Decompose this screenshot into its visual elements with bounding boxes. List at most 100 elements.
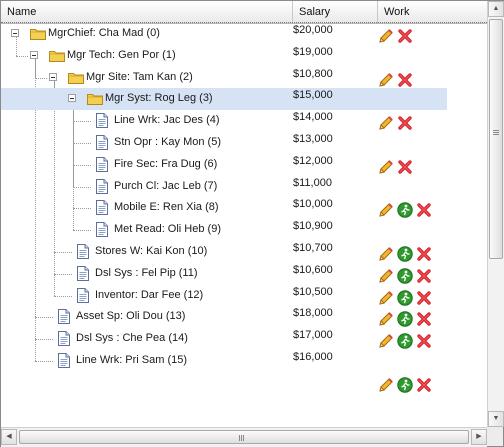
node-label[interactable]: Mgr Tech: Gen Por (1) (67, 49, 176, 61)
salary-value: $10,600 (293, 264, 333, 276)
table-row[interactable]: Dsl Sys : Fel Pip (11) $10,600 (1, 263, 487, 285)
document-icon (96, 179, 108, 194)
pencil-icon[interactable] (378, 311, 394, 327)
node-label[interactable]: Met Read: Oli Heb (9) (114, 223, 221, 235)
document-icon (58, 353, 70, 368)
salary-value: $10,000 (293, 198, 333, 210)
folder-icon (30, 27, 46, 40)
collapse-toggle-icon[interactable] (11, 29, 19, 37)
delete-icon[interactable] (416, 333, 432, 349)
scroll-down-button[interactable]: ▼ (488, 411, 504, 427)
table-row[interactable]: Inventor: Dar Fee (12) $10,500 (1, 285, 487, 307)
pencil-icon[interactable] (378, 72, 394, 88)
pencil-icon[interactable] (378, 377, 394, 393)
scroll-right-button[interactable]: ▶ (471, 429, 487, 445)
column-header-salary[interactable]: Salary (293, 1, 378, 23)
table-row[interactable]: Mgr Site: Tam Kan (2) $10,800 (1, 67, 487, 89)
pencil-icon[interactable] (378, 202, 394, 218)
node-label[interactable]: Dsl Sys : Fel Pip (11) (95, 267, 198, 279)
document-icon (77, 266, 89, 281)
node-label[interactable]: Dsl Sys : Che Pea (14) (76, 332, 188, 344)
node-label[interactable]: Line Wrk: Pri Sam (15) (76, 354, 187, 366)
pencil-icon[interactable] (378, 268, 394, 284)
node-label[interactable]: Fire Sec: Fra Dug (6) (114, 158, 217, 170)
node-label[interactable]: Purch Cl: Jac Leb (7) (114, 180, 217, 192)
delete-icon[interactable] (416, 377, 432, 393)
salary-value: $17,000 (293, 329, 333, 341)
scrollbar-corner (487, 427, 503, 446)
table-row[interactable]: Stn Opr : Kay Mon (5) $13,000 (1, 132, 487, 154)
delete-icon[interactable] (416, 311, 432, 327)
table-row[interactable]: Mgr Tech: Gen Por (1) $19,000 (1, 45, 487, 67)
table-row[interactable]: MgrChief: Cha Mad (0) $20,000 (1, 23, 487, 45)
run-icon[interactable] (397, 290, 413, 306)
table-row[interactable]: Mgr Syst: Rog Leg (3) $15,000 (1, 88, 447, 110)
pencil-icon[interactable] (378, 290, 394, 306)
table-row[interactable]: Line Wrk: Jac Des (4) $14,000 (1, 110, 487, 132)
table-row[interactable]: Mobile E: Ren Xia (8) $10,000 (1, 197, 487, 219)
table-row[interactable]: Dsl Sys : Che Pea (14) $17,000 (1, 328, 487, 350)
table-row[interactable]: Stores W: Kai Kon (10) $10,700 (1, 241, 487, 263)
collapse-toggle-icon[interactable] (30, 51, 38, 59)
node-label[interactable]: Stn Opr : Kay Mon (5) (114, 136, 221, 148)
document-icon (77, 244, 89, 259)
table-row[interactable]: Met Read: Oli Heb (9) $10,900 (1, 219, 487, 241)
run-icon[interactable] (397, 268, 413, 284)
run-icon[interactable] (397, 311, 413, 327)
table-row[interactable] (1, 372, 487, 394)
table-row[interactable]: Line Wrk: Pri Sam (15) $16,000 (1, 350, 487, 372)
pencil-icon[interactable] (378, 246, 394, 262)
horizontal-scroll-thumb[interactable] (19, 430, 469, 444)
node-label[interactable]: Mobile E: Ren Xia (8) (114, 201, 219, 213)
document-icon (58, 309, 70, 324)
folder-icon (68, 71, 84, 84)
delete-icon[interactable] (397, 28, 413, 44)
delete-icon[interactable] (397, 159, 413, 175)
collapse-toggle-icon[interactable] (49, 73, 57, 81)
horizontal-scrollbar[interactable]: ◀ ▶ (1, 427, 487, 447)
salary-value: $16,000 (293, 351, 333, 363)
tree-grid: Name Salary Work MgrChief: Cha Mad (0) $2… (0, 0, 504, 447)
delete-icon[interactable] (416, 268, 432, 284)
delete-icon[interactable] (397, 115, 413, 131)
delete-icon[interactable] (416, 290, 432, 306)
table-row[interactable]: Purch Cl: Jac Leb (7) $11,000 (1, 176, 487, 198)
column-header-name[interactable]: Name (1, 1, 293, 23)
collapse-toggle-icon[interactable] (68, 94, 76, 102)
document-icon (96, 157, 108, 172)
delete-icon[interactable] (397, 72, 413, 88)
node-label[interactable]: Mgr Syst: Rog Leg (3) (105, 92, 213, 104)
document-icon (96, 135, 108, 150)
node-label[interactable]: Asset Sp: Oli Dou (13) (76, 310, 185, 322)
table-row[interactable]: Fire Sec: Fra Dug (6) $12,000 (1, 154, 487, 176)
node-label[interactable]: Stores W: Kai Kon (10) (95, 245, 207, 257)
salary-value: $18,000 (293, 307, 333, 319)
pencil-icon[interactable] (378, 28, 394, 44)
run-icon[interactable] (397, 333, 413, 349)
run-icon[interactable] (397, 202, 413, 218)
run-icon[interactable] (397, 246, 413, 262)
delete-icon[interactable] (416, 202, 432, 218)
column-header-work[interactable]: Work (378, 1, 487, 23)
pencil-icon[interactable] (378, 115, 394, 131)
table-row[interactable]: Asset Sp: Oli Dou (13) $18,000 (1, 306, 487, 328)
delete-icon[interactable] (416, 246, 432, 262)
salary-value: $11,000 (293, 177, 332, 189)
vertical-scrollbar[interactable]: ▲ ▼ (487, 1, 504, 427)
node-label[interactable]: Inventor: Dar Fee (12) (95, 289, 203, 301)
pencil-icon[interactable] (378, 159, 394, 175)
salary-value: $10,800 (293, 68, 333, 80)
salary-value: $15,000 (293, 89, 333, 101)
scroll-up-button[interactable]: ▲ (488, 1, 504, 17)
node-label[interactable]: Line Wrk: Jac Des (4) (114, 114, 220, 126)
salary-value: $14,000 (293, 111, 333, 123)
salary-value: $19,000 (293, 46, 333, 58)
scroll-left-button[interactable]: ◀ (1, 429, 17, 445)
document-icon (58, 331, 70, 346)
vertical-scroll-thumb[interactable] (489, 19, 503, 259)
pencil-icon[interactable] (378, 333, 394, 349)
node-label[interactable]: MgrChief: Cha Mad (0) (48, 27, 160, 39)
run-icon[interactable] (397, 377, 413, 393)
document-icon (96, 113, 108, 128)
node-label[interactable]: Mgr Site: Tam Kan (2) (86, 71, 193, 83)
